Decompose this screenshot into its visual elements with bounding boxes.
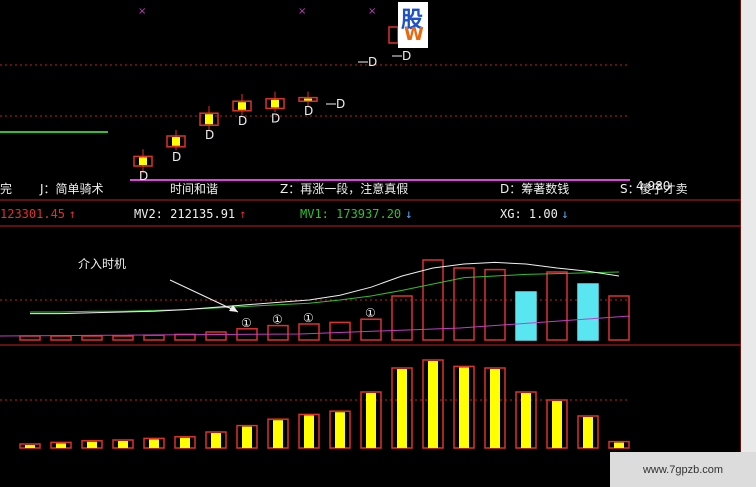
indicator-bar: [50, 335, 72, 341]
strategy-text-row: 完 J：简单骑术 时间和谐 Z：再涨一段，注意真假 D：筹著数钱 S：傻子才卖4.980: [0, 179, 688, 196]
x-mark: ×: [138, 6, 146, 17]
volume-bar-fill: [242, 426, 252, 448]
x-mark: ×: [368, 6, 376, 17]
candle-fill: [172, 137, 180, 146]
volume-bar-fill: [211, 433, 221, 448]
volume-bar-fill: [459, 367, 469, 448]
volume-bar-fill: [87, 441, 97, 448]
candle-fill: [304, 98, 312, 101]
d-marker: D: [336, 97, 345, 111]
volume-bar-fill: [428, 361, 438, 448]
indicator-labels: 123301.45 ↑ MV2: 212135.91 ↑ MV1: 173937.20 ↓…: [0, 207, 569, 221]
d-marker: D: [368, 55, 377, 69]
indicator-bar: [546, 271, 568, 341]
volume-bar-fill: [304, 415, 314, 448]
volume-bar-fill: [490, 369, 500, 448]
candle-fill: [271, 99, 279, 108]
site-logo: 股 W: [398, 2, 428, 48]
indicator-bar: [391, 295, 413, 341]
volume-bar-fill: [552, 401, 562, 448]
candle-fill: [139, 157, 147, 165]
volume-bar-fill: [335, 412, 345, 448]
indicator-bar: [484, 268, 506, 341]
indicator-label: XG: 1.00: [500, 207, 558, 221]
volume-bar-fill: [118, 441, 128, 448]
strategy-item: J：简单骑术: [39, 182, 104, 196]
volume-bar-fill: [273, 420, 283, 448]
indicator-bar: [515, 291, 537, 341]
volume-bar-fill: [180, 437, 190, 448]
x-mark: ×: [298, 6, 306, 17]
volume-bar-fill: [397, 369, 407, 448]
d-marker: D: [402, 49, 411, 63]
indicator-bar: [577, 283, 599, 341]
d-marker: D: [271, 111, 280, 125]
strategy-item: 时间和谐: [170, 182, 218, 196]
volume-bars: [19, 359, 630, 449]
indicator-bar: [329, 321, 351, 341]
volume-bar-fill: [149, 439, 159, 448]
logo-bottom-char: W: [404, 24, 424, 45]
indicator-bar: [360, 318, 382, 341]
d-marker: D: [139, 169, 148, 183]
volume-bar-fill: [583, 417, 593, 448]
indicator-label: MV1: 173937.20: [300, 207, 401, 221]
indicator-bar: [608, 295, 630, 341]
circle-mark: ①: [272, 313, 283, 327]
circle-mark: ①: [365, 306, 376, 320]
strategy-item: D：筹著数钱: [500, 181, 569, 196]
indicator-arrow: ↓: [561, 207, 568, 221]
indicator-bar: [267, 324, 289, 341]
volume-bar-fill: [614, 442, 624, 448]
circle-mark: ①: [303, 311, 314, 325]
d-marker: D: [238, 114, 247, 128]
d-marker: D: [304, 104, 313, 118]
price-tag: 4.980: [636, 179, 670, 193]
d-marker: D: [205, 128, 214, 142]
indicator-arrow: ↑: [239, 207, 246, 221]
upper-candle-body: [388, 26, 399, 44]
watermark: www.7gpzb.com: [610, 452, 756, 487]
indicator-bar: [205, 331, 227, 341]
candlestick-series: D D D D D D: [133, 91, 318, 183]
indicator-bar: [298, 323, 320, 341]
indicator-bar: [81, 335, 103, 341]
annotation-text: 介入时机: [78, 257, 126, 271]
right-panel: [741, 0, 756, 487]
candle-fill: [205, 114, 213, 125]
volume-bar-fill: [366, 393, 376, 448]
annotation-arrow: [169, 279, 239, 313]
indicator-arrow: ↓: [405, 207, 412, 221]
circle-mark: ①: [241, 316, 252, 330]
indicator-arrow: ↑: [69, 207, 76, 221]
entry-annotation: 介入时机: [78, 257, 239, 313]
indicator-bar: [112, 335, 134, 341]
strategy-item: Z：再涨一段，注意真假: [280, 181, 408, 196]
indicator-label: 123301.45: [0, 207, 65, 221]
volume-bar-fill: [521, 393, 531, 448]
stock-chart: DDDD DD DDD 完 J：简单骑术 时间和谐 Z：再涨一段，注意真假 D：筹著数钱 S…: [0, 0, 741, 487]
volume-bar-fill: [56, 443, 66, 448]
strategy-item: 完: [0, 181, 12, 196]
top-x-marks: × × ×: [138, 6, 376, 17]
indicator-bar: [143, 334, 165, 341]
indicator-label: MV2: 212135.91: [134, 207, 235, 221]
volume-bar-fill: [25, 445, 35, 448]
candle-fill: [238, 102, 246, 110]
d-marker: D: [172, 150, 181, 164]
indicator-bar: [19, 335, 41, 341]
